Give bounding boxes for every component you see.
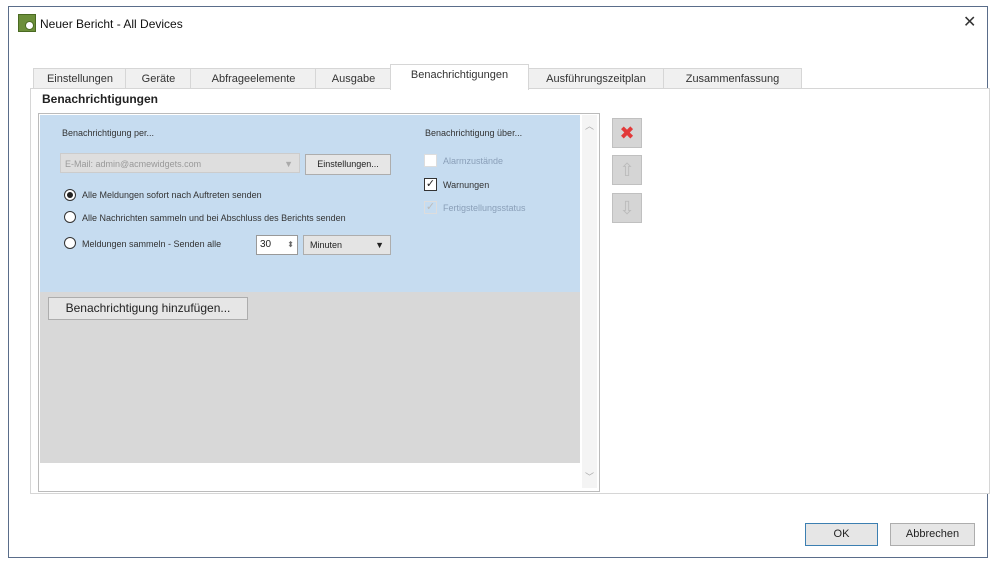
delete-icon[interactable]: ✖ bbox=[612, 118, 642, 148]
radio-collect-interval-label: Meldungen sammeln - Senden alle bbox=[82, 239, 222, 249]
checkbox-completion[interactable]: ✓ bbox=[424, 201, 437, 214]
cancel-button[interactable]: Abbrechen bbox=[890, 523, 975, 546]
checkbox-alarm-label: Alarmzustände bbox=[443, 156, 504, 166]
settings-button[interactable]: Einstellungen... bbox=[305, 154, 391, 175]
radio-collect-end[interactable] bbox=[64, 211, 76, 223]
close-icon[interactable]: ✕ bbox=[963, 12, 976, 32]
radio-immediate[interactable] bbox=[64, 189, 76, 201]
section-title: Benachrichtigungen bbox=[42, 92, 159, 106]
chevron-down-icon: ▼ bbox=[375, 240, 384, 250]
checkbox-warnings[interactable]: ✓ bbox=[424, 178, 437, 191]
tab-benachrichtigungen[interactable]: Benachrichtigungen bbox=[390, 64, 529, 90]
interval-value: 30 bbox=[260, 239, 272, 250]
move-up-icon[interactable]: ⇧ bbox=[612, 155, 642, 185]
tab-ausfuehrungszeitplan[interactable]: Ausführungszeitplan bbox=[527, 68, 665, 89]
radio-immediate-label: Alle Meldungen sofort nach Auftreten sen… bbox=[82, 190, 262, 200]
tab-einstellungen[interactable]: Einstellungen bbox=[33, 68, 127, 89]
radio-collect-interval[interactable] bbox=[64, 237, 76, 249]
add-notification-button[interactable]: Benachrichtigung hinzufügen... bbox=[48, 297, 248, 320]
chevron-down-icon: ▼ bbox=[284, 159, 293, 169]
tab-ausgabe[interactable]: Ausgabe bbox=[315, 68, 392, 89]
email-value: E-Mail: admin@acmewidgets.com bbox=[65, 159, 202, 169]
move-down-icon[interactable]: ⇩ bbox=[612, 193, 642, 223]
email-combo: E-Mail: admin@acmewidgets.com ▼ bbox=[60, 153, 300, 173]
app-icon bbox=[18, 14, 36, 32]
interval-unit-value: Minuten bbox=[310, 240, 343, 250]
checkbox-alarm[interactable] bbox=[424, 154, 437, 167]
via-label: Benachrichtigung per... bbox=[62, 128, 155, 138]
interval-stepper[interactable]: 30 ⬍ bbox=[256, 235, 298, 255]
interval-unit-select[interactable]: Minuten ▼ bbox=[303, 235, 391, 255]
ok-button[interactable]: OK bbox=[805, 523, 878, 546]
about-label: Benachrichtigung über... bbox=[425, 128, 523, 138]
scroll-up-icon[interactable]: ︿ bbox=[582, 119, 597, 132]
tab-abfrageelemente[interactable]: Abfrageelemente bbox=[190, 68, 317, 89]
tab-zusammenfassung[interactable]: Zusammenfassung bbox=[663, 68, 802, 89]
scrollbar[interactable]: ︿ ﹀ bbox=[582, 115, 597, 488]
tab-geraete[interactable]: Geräte bbox=[125, 68, 192, 89]
radio-collect-end-label: Alle Nachrichten sammeln und bei Abschlu… bbox=[82, 213, 346, 223]
spin-icon[interactable]: ⬍ bbox=[287, 236, 294, 254]
scroll-down-icon[interactable]: ﹀ bbox=[582, 470, 597, 483]
checkbox-completion-label: Fertigstellungsstatus bbox=[443, 203, 526, 213]
checkbox-warnings-label: Warnungen bbox=[443, 180, 490, 190]
window-title: Neuer Bericht - All Devices bbox=[40, 17, 183, 31]
